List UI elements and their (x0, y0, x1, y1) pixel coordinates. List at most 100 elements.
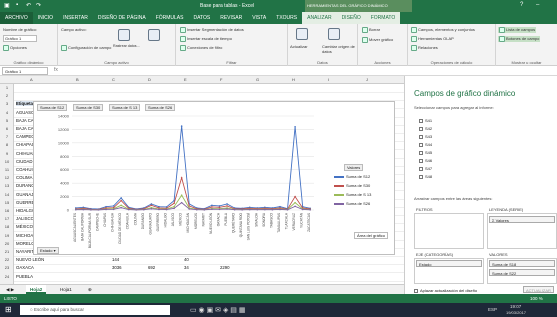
data-point[interactable] (120, 206, 122, 209)
change-source-icon[interactable] (328, 28, 340, 40)
data-point[interactable] (97, 209, 100, 211)
data-point[interactable] (241, 208, 243, 211)
data-point[interactable] (112, 208, 115, 211)
data-point[interactable] (105, 208, 107, 211)
row-header[interactable]: 16 (0, 208, 14, 213)
value-cell[interactable]: 40 (184, 257, 214, 262)
row-header[interactable]: 22 (0, 257, 14, 262)
row-header[interactable]: 10 (0, 159, 14, 164)
column-header[interactable]: A (30, 77, 33, 82)
row-header[interactable]: 13 (0, 183, 14, 188)
row-header[interactable]: 6 (0, 126, 14, 131)
sheet-nav-icon[interactable]: ◀ ▶ (2, 285, 18, 294)
data-point[interactable] (226, 208, 228, 210)
data-point[interactable] (90, 209, 92, 211)
field-checkbox-s47[interactable]: S47 (419, 166, 432, 171)
ribbon-tab-revisar[interactable]: REVISAR (215, 12, 247, 24)
relations-button[interactable]: Relaciones (411, 45, 438, 51)
data-point[interactable] (294, 195, 296, 198)
filters-area[interactable] (414, 213, 484, 249)
data-point[interactable] (248, 208, 251, 211)
data-point[interactable] (120, 204, 122, 207)
data-point[interactable] (180, 194, 183, 197)
options-button[interactable]: Opciones (3, 45, 27, 51)
data-point[interactable] (180, 176, 183, 179)
sheet-tab-hoja1[interactable]: Hoja1 (56, 285, 76, 294)
field-checkbox-s44[interactable]: S44 (419, 142, 432, 147)
data-point[interactable] (294, 201, 296, 204)
data-point[interactable] (279, 208, 281, 211)
data-point[interactable] (74, 208, 77, 211)
field-checkbox-s42[interactable]: S42 (419, 126, 432, 131)
value-item[interactable]: Suma de S18 (489, 260, 555, 267)
fx-icon[interactable]: fx (54, 67, 58, 73)
data-point[interactable] (294, 125, 296, 128)
data-point[interactable] (264, 208, 266, 211)
data-point[interactable] (120, 197, 122, 199)
row-header[interactable]: 18 (0, 224, 14, 229)
ribbon-tab-formato[interactable]: FORMATO (365, 12, 401, 24)
field-checkbox-s43[interactable]: S43 (419, 134, 432, 139)
taskbar-search[interactable]: ○ Escribe aquí para buscar (20, 305, 170, 315)
row-header[interactable]: 1 (0, 85, 14, 90)
data-point[interactable] (150, 204, 153, 207)
data-point[interactable] (211, 206, 213, 208)
axis-estado-item[interactable]: Estado (416, 260, 482, 267)
checkbox-icon[interactable] (419, 126, 423, 131)
data-point[interactable] (271, 208, 274, 211)
add-sheet-icon[interactable]: ⊕ (84, 285, 96, 294)
row-header[interactable]: 7 (0, 134, 14, 139)
column-header[interactable]: H (292, 77, 295, 82)
windows-start-icon[interactable]: ⊞ (5, 305, 12, 314)
checkbox-icon[interactable] (419, 134, 423, 139)
ribbon-tab-inicio[interactable]: INICIO (33, 12, 58, 24)
help-icon[interactable]: ? (520, 2, 523, 8)
refresh-icon[interactable] (296, 28, 308, 40)
row-header[interactable]: 9 (0, 151, 14, 156)
row-header[interactable]: 4 (0, 110, 14, 115)
data-point[interactable] (218, 208, 221, 211)
chart-name-input[interactable]: Gráfico 1 (3, 35, 37, 42)
field-checkbox-s45[interactable]: S45 (419, 150, 432, 155)
legend-values-item[interactable]: Σ Valores (489, 216, 555, 223)
ribbon-tab-datos[interactable]: DATOS (188, 12, 215, 24)
clear-button[interactable]: Borrar (362, 27, 380, 33)
defer-update-checkbox[interactable]: Aplazar actualización del diseño (414, 288, 477, 293)
data-point[interactable] (233, 208, 236, 211)
legend-item[interactable]: Suma de S26 (334, 201, 370, 206)
row-header[interactable]: 23 (0, 265, 14, 270)
data-point[interactable] (173, 207, 175, 210)
legend-item[interactable]: Suma de S30 (334, 183, 370, 188)
ribbon-tab-analizar[interactable]: ANALIZAR (302, 12, 337, 24)
column-header[interactable]: G (256, 77, 259, 82)
field-checkbox-s48[interactable]: S48 (419, 174, 432, 179)
checkbox-icon[interactable] (419, 174, 423, 179)
move-chart-button[interactable]: Mover gráfico (362, 37, 393, 43)
ribbon-tab-insertar[interactable]: INSERTAR (58, 12, 93, 24)
data-point[interactable] (188, 208, 191, 210)
clock-date[interactable]: 19/03/2017 (506, 310, 526, 315)
olap-button[interactable]: Herramientas OLAP (411, 36, 454, 42)
data-point[interactable] (180, 201, 183, 204)
row-header[interactable]: 14 (0, 192, 14, 197)
legend-item[interactable]: Suma de S 13 (334, 192, 371, 197)
row-header[interactable]: 20 (0, 241, 14, 246)
column-header[interactable]: J (366, 77, 368, 82)
fields-items-button[interactable]: Campos, elementos y conjuntos (411, 27, 475, 33)
ribbon-tab-f-rmulas[interactable]: FÓRMULAS (151, 12, 189, 24)
column-header[interactable]: B (76, 77, 79, 82)
data-point[interactable] (82, 208, 85, 211)
drill-up-icon[interactable] (148, 29, 160, 41)
drill-down-icon[interactable] (118, 29, 130, 41)
ribbon-tab-dise-o-de-p-gina[interactable]: DISEÑO DE PÁGINA (93, 12, 151, 24)
ribbon-tab-txours[interactable]: TXOURS (271, 12, 302, 24)
pivot-chart[interactable]: Suma de S12 Suma de S30 Suma de S 13 Suma d… (33, 101, 395, 255)
legend-item[interactable]: Suma de S12 (334, 174, 370, 179)
data-point[interactable] (211, 204, 213, 207)
value-cell[interactable]: 692 (148, 265, 178, 270)
checkbox-icon[interactable] (419, 150, 423, 155)
row-label-cell[interactable]: PUEBLA (16, 274, 50, 279)
language-indicator[interactable]: ESP (488, 307, 497, 312)
data-point[interactable] (127, 208, 130, 211)
data-point[interactable] (226, 205, 228, 207)
